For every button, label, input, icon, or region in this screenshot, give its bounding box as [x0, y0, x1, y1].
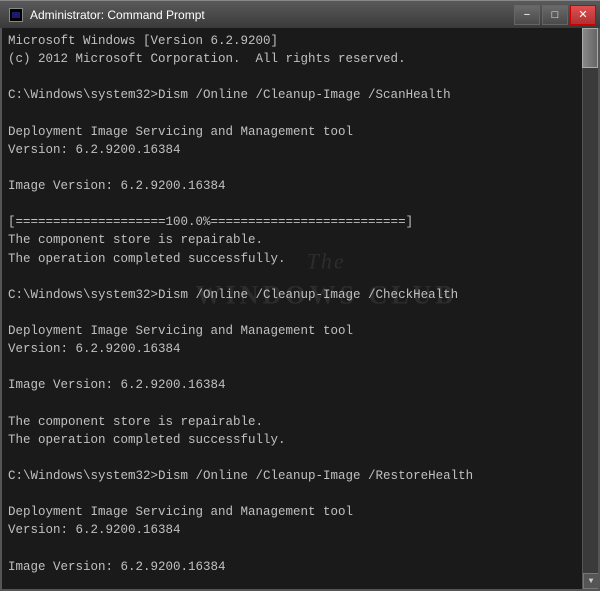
window-title: Administrator: Command Prompt [30, 8, 205, 22]
maximize-button[interactable]: □ [542, 5, 568, 25]
title-bar-left: Administrator: Command Prompt [8, 7, 205, 23]
title-bar: Administrator: Command Prompt − □ ✕ [0, 0, 600, 28]
scrollbar-thumb[interactable] [582, 28, 598, 68]
scrollbar-track[interactable]: ▲ ▼ [582, 28, 598, 589]
terminal-content[interactable]: Microsoft Windows [Version 6.2.9200] (c)… [2, 28, 598, 589]
minimize-button[interactable]: − [514, 5, 540, 25]
window-controls: − □ ✕ [514, 5, 596, 25]
terminal-window: Microsoft Windows [Version 6.2.9200] (c)… [0, 28, 600, 591]
close-button[interactable]: ✕ [570, 5, 596, 25]
scrollbar-arrow-down[interactable]: ▼ [583, 573, 599, 589]
cmd-app-icon [8, 7, 24, 23]
